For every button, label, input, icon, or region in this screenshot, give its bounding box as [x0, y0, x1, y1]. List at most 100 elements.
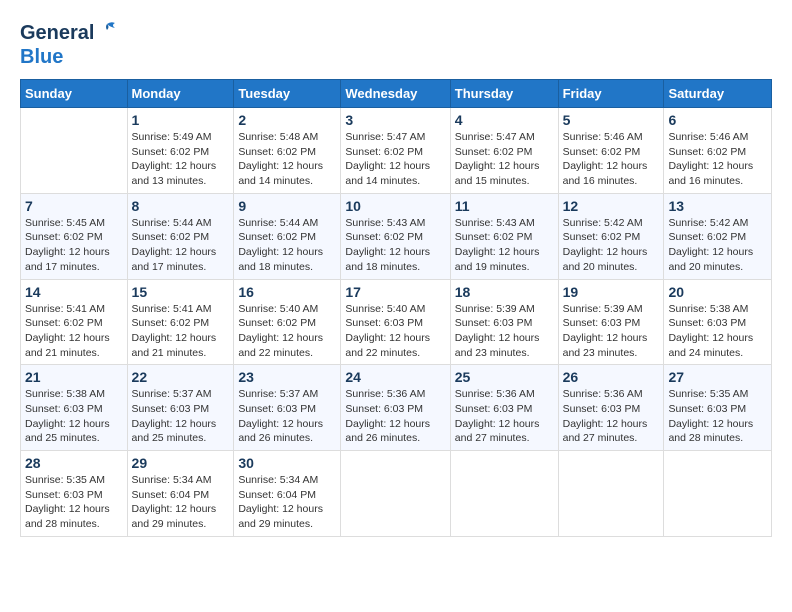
calendar-cell: 14Sunrise: 5:41 AMSunset: 6:02 PMDayligh… — [21, 279, 128, 365]
cell-sun-info: Sunrise: 5:40 AMSunset: 6:02 PMDaylight:… — [238, 302, 336, 361]
day-number: 25 — [455, 369, 554, 385]
calendar-cell: 17 Sunrise: 5:40 AMSunset: 6:03 PMDayligh… — [341, 279, 450, 365]
calendar-cell: 22 Sunrise: 5:37 AMSunset: 6:03 PMDayligh… — [127, 365, 234, 451]
calendar-cell: 9 Sunrise: 5:44 AMSunset: 6:02 PMDaylight… — [234, 193, 341, 279]
cell-sun-info: Sunrise: 5:37 AMSunset: 6:03 PMDaylight:… — [132, 387, 230, 446]
day-number: 15 — [132, 284, 230, 300]
cell-sun-info: Sunrise: 5:35 AMSunset: 6:03 PMDaylight:… — [668, 387, 767, 446]
col-header-friday: Friday — [558, 80, 664, 108]
day-number: 14 — [25, 284, 123, 300]
calendar-cell: 15 Sunrise: 5:41 AMSunset: 6:02 PMDayligh… — [127, 279, 234, 365]
day-number: 29 — [132, 455, 230, 471]
day-number: 24 — [345, 369, 445, 385]
calendar-cell: 27 Sunrise: 5:35 AMSunset: 6:03 PMDayligh… — [664, 365, 772, 451]
calendar-cell: 19 Sunrise: 5:39 AMSunset: 6:03 PMDayligh… — [558, 279, 664, 365]
day-number: 20 — [668, 284, 767, 300]
calendar-cell: 7 Sunrise: 5:45 AMSunset: 6:02 PMDaylight… — [21, 193, 128, 279]
col-header-monday: Monday — [127, 80, 234, 108]
calendar-cell: 13 Sunrise: 5:42 AMSunset: 6:02 PMDayligh… — [664, 193, 772, 279]
calendar-cell — [450, 451, 558, 537]
calendar-cell: 12Sunrise: 5:42 AMSunset: 6:02 PMDayligh… — [558, 193, 664, 279]
calendar-cell: 18 Sunrise: 5:39 AMSunset: 6:03 PMDayligh… — [450, 279, 558, 365]
calendar-cell — [558, 451, 664, 537]
day-number: 3 — [345, 112, 445, 128]
day-number: 9 — [238, 198, 336, 214]
cell-sun-info: Sunrise: 5:36 AMSunset: 6:03 PMDaylight:… — [455, 387, 554, 446]
day-number: 22 — [132, 369, 230, 385]
cell-sun-info: Sunrise: 5:47 AMSunset: 6:02 PMDaylight:… — [455, 130, 554, 189]
calendar-cell: 25 Sunrise: 5:36 AMSunset: 6:03 PMDayligh… — [450, 365, 558, 451]
week-row-4: 21Sunrise: 5:38 AMSunset: 6:03 PMDayligh… — [21, 365, 772, 451]
cell-sun-info: Sunrise: 5:38 AMSunset: 6:03 PMDaylight:… — [668, 302, 767, 361]
cell-sun-info: Sunrise: 5:44 AMSunset: 6:02 PMDaylight:… — [132, 216, 230, 275]
week-row-3: 14 Sunrise: 5:41 AMSunset: 6:02 PMDayligh… — [21, 279, 772, 365]
calendar-cell — [21, 108, 128, 194]
day-number: 18 — [455, 284, 554, 300]
cell-sun-info: Sunrise: 5:43 AMSunset: 6:02 PMDaylight:… — [455, 216, 554, 275]
col-header-saturday: Saturday — [664, 80, 772, 108]
day-number: 4 — [455, 112, 554, 128]
header: General Blue — [20, 20, 772, 69]
logo-blue: Blue — [20, 46, 63, 69]
cell-sun-info: Sunrise: 5:43 AMSunset: 6:02 PMDaylight:… — [345, 216, 445, 275]
day-number: 23 — [238, 369, 336, 385]
day-number: 13 — [668, 198, 767, 214]
cell-sun-info: Sunrise: 5:48 AMSunset: 6:02 PMDaylight:… — [238, 130, 336, 189]
calendar-cell: 16 Sunrise: 5:40 AMSunset: 6:02 PMDayligh… — [234, 279, 341, 365]
logo-general: General — [20, 23, 94, 43]
day-number: 26 — [563, 369, 660, 385]
calendar-cell — [664, 451, 772, 537]
week-row-1: 1 Sunrise: 5:49 AMSunset: 6:02 PMDaylight… — [21, 108, 772, 194]
calendar-cell: 6 Sunrise: 5:46 AMSunset: 6:02 PMDaylight… — [664, 108, 772, 194]
cell-sun-info: Sunrise: 5:47 AMSunset: 6:02 PMDaylight:… — [345, 130, 445, 189]
calendar-cell: 20 Sunrise: 5:38 AMSunset: 6:03 PMDayligh… — [664, 279, 772, 365]
calendar-cell: 1 Sunrise: 5:49 AMSunset: 6:02 PMDaylight… — [127, 108, 234, 194]
logo-bird-icon — [97, 20, 119, 46]
cell-sun-info: Sunrise: 5:49 AMSunset: 6:02 PMDaylight:… — [132, 130, 230, 189]
cell-sun-info: Sunrise: 5:44 AMSunset: 6:02 PMDaylight:… — [238, 216, 336, 275]
day-number: 30 — [238, 455, 336, 471]
day-number: 1 — [132, 112, 230, 128]
day-number: 27 — [668, 369, 767, 385]
cell-sun-info: Sunrise: 5:42 AMSunset: 6:02 PMDaylight:… — [563, 216, 660, 275]
cell-sun-info: Sunrise: 5:35 AMSunset: 6:03 PMDaylight:… — [25, 473, 123, 532]
cell-sun-info: Sunrise: 5:40 AMSunset: 6:03 PMDaylight:… — [345, 302, 445, 361]
calendar-cell — [341, 451, 450, 537]
calendar-cell: 26Sunrise: 5:36 AMSunset: 6:03 PMDayligh… — [558, 365, 664, 451]
calendar-cell: 4 Sunrise: 5:47 AMSunset: 6:02 PMDaylight… — [450, 108, 558, 194]
week-row-2: 7 Sunrise: 5:45 AMSunset: 6:02 PMDaylight… — [21, 193, 772, 279]
day-number: 6 — [668, 112, 767, 128]
calendar-cell: 8 Sunrise: 5:44 AMSunset: 6:02 PMDaylight… — [127, 193, 234, 279]
calendar-cell: 5Sunrise: 5:46 AMSunset: 6:02 PMDaylight… — [558, 108, 664, 194]
day-number: 28 — [25, 455, 123, 471]
cell-sun-info: Sunrise: 5:41 AMSunset: 6:02 PMDaylight:… — [132, 302, 230, 361]
day-number: 11 — [455, 198, 554, 214]
calendar-cell: 28 Sunrise: 5:35 AMSunset: 6:03 PMDayligh… — [21, 451, 128, 537]
cell-sun-info: Sunrise: 5:34 AMSunset: 6:04 PMDaylight:… — [132, 473, 230, 532]
day-number: 21 — [25, 369, 123, 385]
calendar-cell: 3 Sunrise: 5:47 AMSunset: 6:02 PMDaylight… — [341, 108, 450, 194]
cell-sun-info: Sunrise: 5:39 AMSunset: 6:03 PMDaylight:… — [455, 302, 554, 361]
calendar-cell: 23 Sunrise: 5:37 AMSunset: 6:03 PMDayligh… — [234, 365, 341, 451]
cell-sun-info: Sunrise: 5:39 AMSunset: 6:03 PMDaylight:… — [563, 302, 660, 361]
calendar-cell: 21Sunrise: 5:38 AMSunset: 6:03 PMDayligh… — [21, 365, 128, 451]
day-number: 2 — [238, 112, 336, 128]
day-number: 16 — [238, 284, 336, 300]
calendar-cell: 24 Sunrise: 5:36 AMSunset: 6:03 PMDayligh… — [341, 365, 450, 451]
week-row-5: 28 Sunrise: 5:35 AMSunset: 6:03 PMDayligh… — [21, 451, 772, 537]
col-header-wednesday: Wednesday — [341, 80, 450, 108]
logo: General Blue — [20, 20, 119, 69]
cell-sun-info: Sunrise: 5:37 AMSunset: 6:03 PMDaylight:… — [238, 387, 336, 446]
day-number: 17 — [345, 284, 445, 300]
cell-sun-info: Sunrise: 5:46 AMSunset: 6:02 PMDaylight:… — [668, 130, 767, 189]
calendar-table: SundayMondayTuesdayWednesdayThursdayFrid… — [20, 79, 772, 537]
cell-sun-info: Sunrise: 5:36 AMSunset: 6:03 PMDaylight:… — [345, 387, 445, 446]
cell-sun-info: Sunrise: 5:42 AMSunset: 6:02 PMDaylight:… — [668, 216, 767, 275]
day-number: 10 — [345, 198, 445, 214]
col-header-sunday: Sunday — [21, 80, 128, 108]
day-number: 7 — [25, 198, 123, 214]
cell-sun-info: Sunrise: 5:45 AMSunset: 6:02 PMDaylight:… — [25, 216, 123, 275]
day-number: 8 — [132, 198, 230, 214]
calendar-cell: 10 Sunrise: 5:43 AMSunset: 6:02 PMDayligh… — [341, 193, 450, 279]
day-number: 19 — [563, 284, 660, 300]
